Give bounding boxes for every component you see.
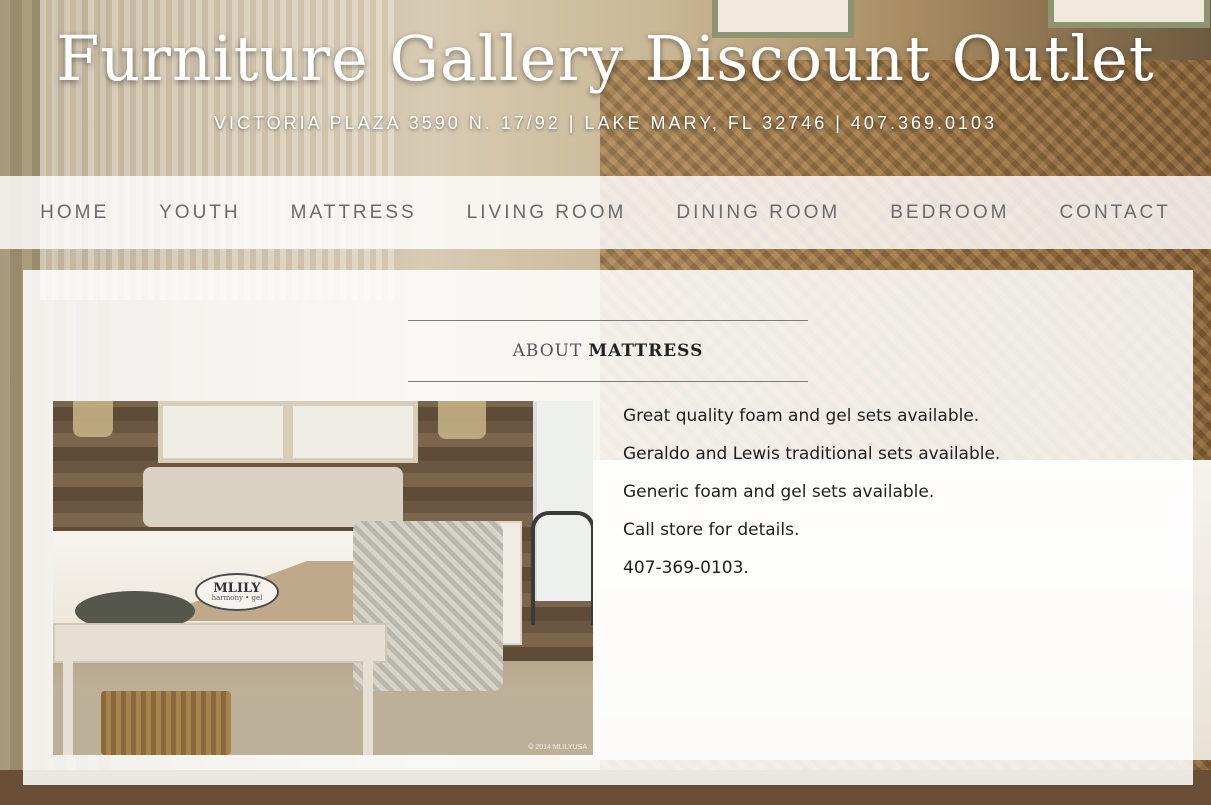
nav-item-youth[interactable]: YOUTH xyxy=(134,202,266,224)
image-credit: © 2014 MLILYUSA xyxy=(528,744,587,751)
image-lamp xyxy=(73,401,113,437)
detail-line: Call store for details. xyxy=(623,520,800,540)
image-bench xyxy=(53,623,387,663)
nav-item-home[interactable]: HOME xyxy=(15,202,134,224)
image-lamp xyxy=(438,401,486,439)
main-nav: HOME YOUTH MATTRESS LIVING ROOM DINING R… xyxy=(0,176,1211,249)
logo-sub: harmony • gel xyxy=(211,594,263,602)
nav-item-bedroom[interactable]: BEDROOM xyxy=(865,202,1034,224)
section-heading-main: MATTRESS xyxy=(588,341,704,361)
site-subtitle: VICTORIA PLAZA 3590 N. 17/92 | LAKE MARY… xyxy=(213,113,998,133)
detail-line: Great quality foam and gel sets availabl… xyxy=(623,406,980,426)
detail-line: Geraldo and Lewis traditional sets avail… xyxy=(623,444,1001,464)
site-header: Furniture Gallery Discount Outlet VICTOR… xyxy=(0,0,1211,176)
image-wall-art xyxy=(158,401,288,463)
image-chair xyxy=(531,511,593,625)
mlily-logo: MLILY harmony • gel xyxy=(195,573,279,611)
nav-item-mattress[interactable]: MATTRESS xyxy=(266,202,442,224)
nav-item-contact[interactable]: CONTACT xyxy=(1034,202,1195,224)
section-heading-prefix: ABOUT xyxy=(512,341,583,361)
mattress-product-image: MLILY harmony • gel © 2014 MLILYUSA xyxy=(53,401,593,755)
site-title[interactable]: Furniture Gallery Discount Outlet xyxy=(0,22,1211,95)
image-basket xyxy=(101,691,231,755)
nav-item-dining-room[interactable]: DINING ROOM xyxy=(651,202,865,224)
detail-line: Generic foam and gel sets available. xyxy=(623,482,935,502)
image-pillows xyxy=(143,467,403,527)
image-wall-art xyxy=(288,401,418,463)
image-throw-blanket xyxy=(353,521,503,691)
nav-item-living-room[interactable]: LIVING ROOM xyxy=(442,202,652,224)
phone-number: 407-369-0103. xyxy=(623,558,749,578)
content-panel: ABOUT MATTRESS MLILY harmony • gel © 201… xyxy=(23,270,1193,785)
section-heading: ABOUT MATTRESS xyxy=(408,320,808,382)
mattress-details: Great quality foam and gel sets availabl… xyxy=(623,401,1163,591)
